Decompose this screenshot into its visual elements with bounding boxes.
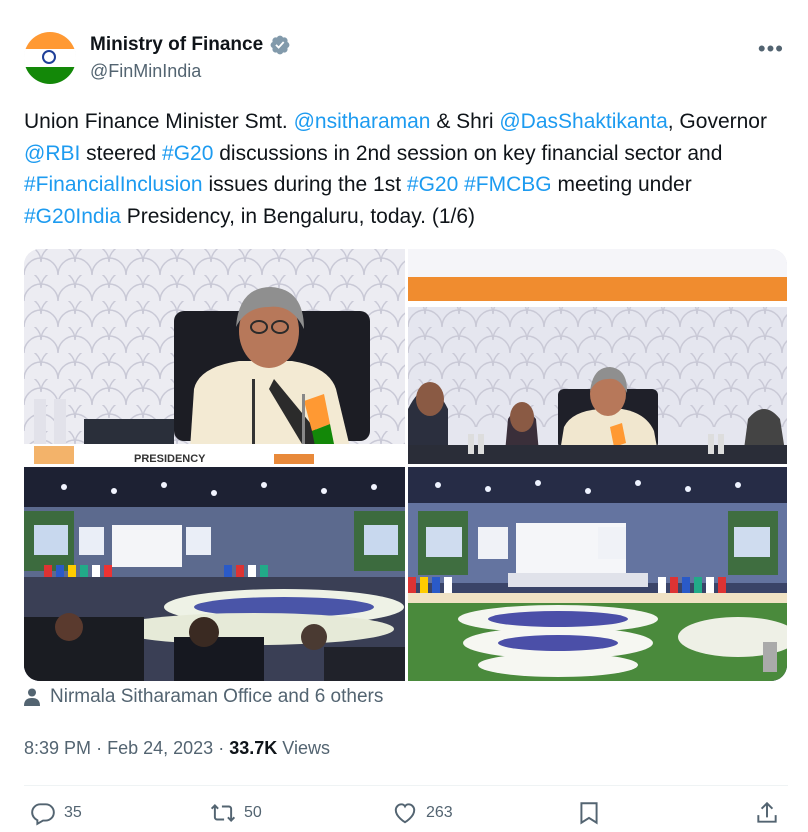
repost-button[interactable]: 50	[210, 800, 262, 826]
meta-separator-2: ·	[218, 738, 225, 758]
photo-conference-hall-right[interactable]	[408, 467, 787, 681]
photo-minister-wide[interactable]	[408, 249, 787, 464]
account-handle[interactable]: @FinMinIndia	[90, 61, 291, 82]
media-grid: PRESIDENCY	[24, 249, 787, 681]
display-name[interactable]: Ministry of Finance	[90, 34, 263, 56]
tweet-text-segment: issues during the 1st	[202, 173, 407, 196]
verified-badge-icon	[270, 35, 290, 55]
hashtag-link[interactable]: #G20	[162, 142, 213, 165]
hashtag-link[interactable]: #FinancialInclusion	[24, 173, 203, 196]
avatar[interactable]	[24, 32, 76, 84]
chakra-icon	[42, 50, 56, 64]
views-count: 33.7K	[229, 738, 278, 758]
like-count: 263	[426, 804, 453, 821]
action-bar: 35 50 263	[24, 800, 788, 832]
hashtag-link[interactable]: #FMCBG	[464, 173, 552, 196]
tweet-date[interactable]: Feb 24, 2023	[107, 738, 213, 758]
repost-icon	[210, 804, 236, 822]
tweet-text-segment: Union Finance Minister Smt.	[24, 110, 294, 133]
tweet-meta: 8:39 PM · Feb 24, 2023 · 33.7K Views	[24, 738, 330, 759]
reply-count: 35	[64, 804, 82, 821]
more-options-icon[interactable]: •••	[758, 36, 784, 62]
tweet-header: Ministry of Finance @FinMinIndia •••	[24, 30, 788, 90]
tweet-text-segment: meeting under	[551, 173, 692, 196]
like-button[interactable]: 263	[392, 800, 453, 826]
repost-count: 50	[244, 804, 262, 821]
photo-conference-hall-left[interactable]	[24, 467, 405, 681]
mention-link[interactable]: @RBI	[24, 142, 80, 165]
mention-link[interactable]: @DasShaktikanta	[499, 110, 667, 133]
tweet-text: Union Finance Minister Smt. @nsitharaman…	[24, 106, 784, 232]
tagged-people[interactable]: Nirmala Sitharaman Office and 6 others	[24, 686, 383, 708]
hashtag-link[interactable]: #G20	[407, 173, 458, 196]
reply-button[interactable]: 35	[30, 800, 82, 826]
views-label: Views	[282, 738, 330, 758]
tweet-text-segment: & Shri	[430, 110, 500, 133]
tweet-text-segment: Presidency, in Bengaluru, today. (1/6)	[120, 204, 475, 228]
tagged-text: Nirmala Sitharaman Office and 6 others	[50, 686, 384, 707]
bookmark-button[interactable]	[576, 800, 602, 826]
person-icon	[24, 688, 40, 706]
meta-separator: ·	[96, 738, 103, 758]
tweet-text-segment: discussions in 2nd session on key financ…	[213, 141, 723, 165]
tweet-text-segment: , Governor	[667, 110, 767, 133]
divider	[24, 785, 788, 786]
tweet-time[interactable]: 8:39 PM	[24, 738, 91, 758]
photo-placard-text: PRESIDENCY	[134, 453, 206, 464]
bookmark-icon	[580, 802, 598, 825]
photo-minister-closeup[interactable]: PRESIDENCY	[24, 249, 405, 464]
heart-icon	[394, 803, 416, 824]
share-button[interactable]	[754, 800, 780, 826]
reply-icon	[31, 803, 55, 826]
share-icon	[757, 801, 777, 823]
tweet-text-segment: steered	[80, 141, 163, 165]
hashtag-link[interactable]: #G20India	[24, 205, 121, 228]
mention-link[interactable]: @nsitharaman	[294, 110, 431, 133]
account-names: Ministry of Finance @FinMinIndia	[90, 34, 291, 82]
